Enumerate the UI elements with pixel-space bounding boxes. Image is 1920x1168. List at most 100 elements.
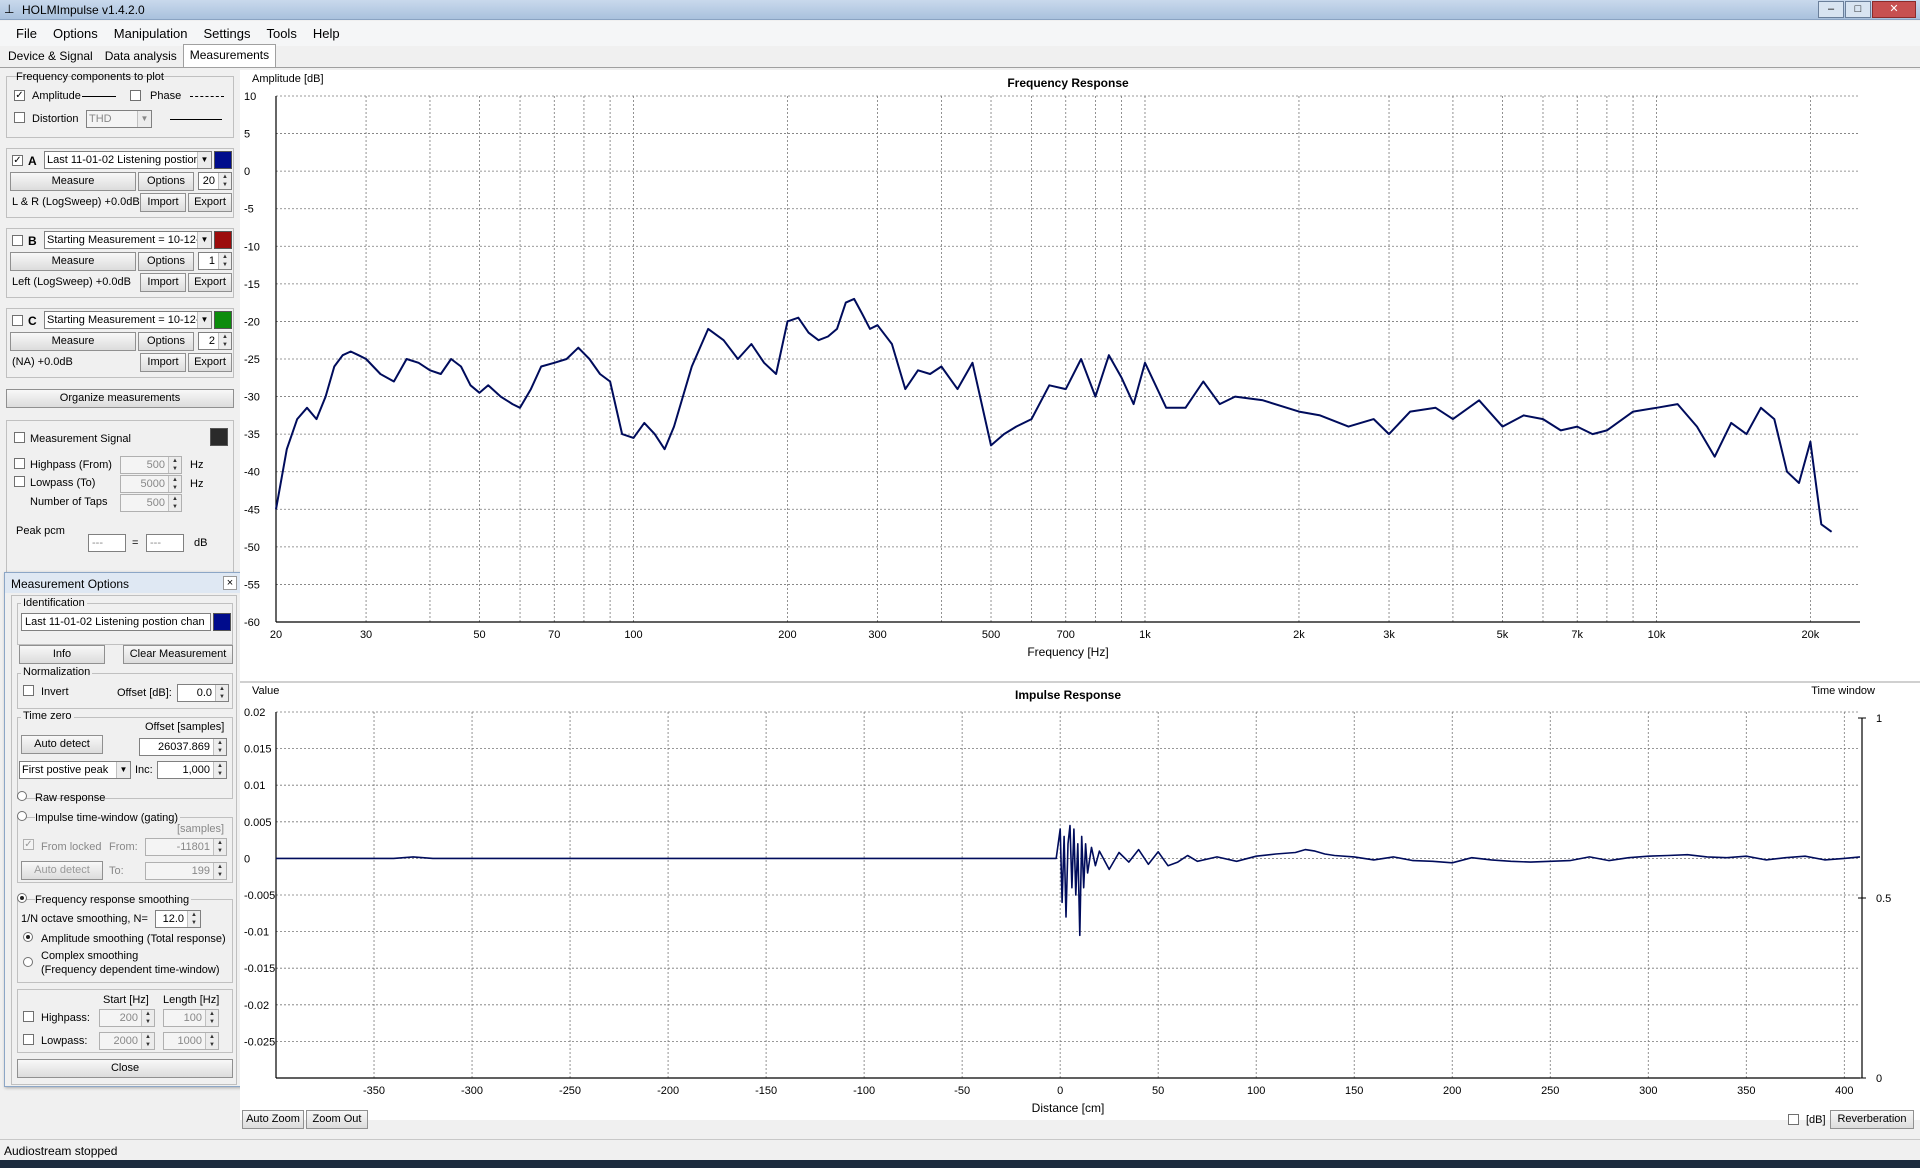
complex-smoothing-sublabel: (Frequency dependent time-window) [41,964,220,976]
measurement-b-count-stepper[interactable]: 1 ▲ ▼ [198,252,232,270]
fr-x-tick-label: 700 [1057,629,1075,641]
auto-detect-button[interactable]: Auto detect [21,735,103,754]
close-icon[interactable]: × [223,576,237,590]
measurement-a-options-button[interactable]: Options [138,172,194,191]
measurement-a-checkbox[interactable]: ✓ [12,155,23,166]
smoothing-radio[interactable] [17,893,27,903]
inc-stepper[interactable]: 1,000 ▲ ▼ [157,761,227,779]
measurement-a-count-stepper[interactable]: 20 ▲ ▼ [198,172,232,190]
peak-mode-select[interactable]: First postive peak ▼ [19,761,131,779]
lowpass-start-stepper[interactable]: 2000 ▲ ▼ [99,1032,155,1050]
close-window-button[interactable]: ✕ [1872,1,1916,18]
highpass-from-stepper[interactable]: 500 ▲ ▼ [120,456,182,474]
measurement-a-export-button[interactable]: Export [188,193,232,212]
measurement-signal-checkbox[interactable] [14,432,25,443]
measurement-b-info: Left (LogSweep) +0.0dB [12,276,131,288]
measurement-b-checkbox[interactable] [12,235,23,246]
impulse-window-radio[interactable] [17,811,27,821]
offset-db-stepper[interactable]: 0.0 ▲ ▼ [177,684,229,702]
highpass-length-stepper[interactable]: 100 ▲ ▼ [163,1009,219,1027]
measurement-c-import-button[interactable]: Import [140,353,186,372]
clear-measurement-button[interactable]: Clear Measurement [123,645,233,664]
highpass-hz-unit: Hz [190,459,204,471]
menu-manipulation[interactable]: Manipulation [106,26,196,41]
auto-zoom-button[interactable]: Auto Zoom [242,1110,304,1129]
lowpass-to-stepper[interactable]: 5000 ▲ ▼ [120,475,182,493]
fr-x-tick-label: 70 [548,629,560,641]
close-button[interactable]: Close [17,1059,233,1078]
signal-color-swatch[interactable] [210,428,228,446]
reverberation-button[interactable]: Reverberation [1830,1110,1914,1129]
measurement-b-options-button[interactable]: Options [138,252,194,271]
measurement-b-select[interactable]: Starting Measurement = 10-12- ▼ [44,231,212,249]
identification-field[interactable]: Last 11-01-02 Listening postion chan [21,613,211,631]
measurement-a-color-swatch[interactable] [214,151,232,169]
measurement-b-import-button[interactable]: Import [140,273,186,292]
measurement-b-measure-button[interactable]: Measure [10,252,136,271]
highpass-label: Highpass: [41,1012,90,1024]
fr-x-tick-label: 3k [1383,629,1395,641]
distortion-checkbox[interactable] [14,112,25,123]
measurement-b-export-button[interactable]: Export [188,273,232,292]
phase-checkbox[interactable] [130,90,141,101]
lowpass-length-stepper[interactable]: 1000 ▲ ▼ [163,1032,219,1050]
complex-smoothing-radio[interactable] [23,957,33,967]
measurement-c-color-swatch[interactable] [214,311,232,329]
from-locked-checkbox[interactable]: ✓ [23,839,34,850]
fr-x-tick-label: 7k [1571,629,1583,641]
number-of-taps-stepper[interactable]: 500 ▲ ▼ [120,494,182,512]
measurement-c-select[interactable]: Starting Measurement = 10-12- ▼ [44,311,212,329]
lowpass-to-checkbox[interactable] [14,476,25,487]
info-button[interactable]: Info [19,645,105,664]
measurement-c-measure-button[interactable]: Measure [10,332,136,351]
fr-y-tick-label: 0 [244,166,250,178]
fr-x-tick-label: 5k [1497,629,1509,641]
ir-x-tick-label: -350 [363,1085,385,1097]
db-checkbox[interactable] [1788,1114,1799,1125]
measurement-a-info: L & R (LogSweep) +0.0dB [12,196,140,208]
to-stepper[interactable]: 199 ▲ ▼ [145,862,227,880]
measurement-a-select[interactable]: Last 11-01-02 Listening postion ▼ [44,151,212,169]
chevron-down-icon: ▼ [197,152,211,168]
distortion-select[interactable]: THD ▼ [86,110,152,128]
fr-x-tick-label: 300 [868,629,886,641]
measurement-options-panel: Measurement Options × Identification Las… [4,572,242,1087]
tab-measurements[interactable]: Measurements [182,44,277,67]
highpass-from-checkbox[interactable] [14,458,25,469]
from-stepper[interactable]: -11801 ▲ ▼ [145,838,227,856]
measurement-a-measure-button[interactable]: Measure [10,172,136,191]
number-of-taps-label: Number of Taps [30,496,108,508]
raw-response-radio[interactable] [17,791,27,801]
maximize-button[interactable]: □ [1845,1,1871,18]
amplitude-checkbox[interactable]: ✓ [14,90,25,101]
fr-y-tick-label: -15 [244,279,260,291]
measurement-c-options-button[interactable]: Options [138,332,194,351]
measurement-c-checkbox[interactable] [12,315,23,326]
menu-options[interactable]: Options [45,26,106,41]
amplitude-smoothing-radio[interactable] [23,932,33,942]
chart-area: 10 5 0 -5 -10 -15 -20 -25 -30 -35 -40 -45 -50 -55 -60 2… [240,70,1920,1120]
offset-samples-stepper[interactable]: 26037.869 ▲ ▼ [139,738,227,756]
menu-help[interactable]: Help [305,26,348,41]
octave-stepper[interactable]: 12.0 ▲ ▼ [155,910,201,928]
measurement-c-count-stepper[interactable]: 2 ▲ ▼ [198,332,232,350]
measurement-b-color-swatch[interactable] [214,231,232,249]
highpass-checkbox[interactable] [23,1011,34,1022]
zoom-out-button[interactable]: Zoom Out [306,1110,368,1129]
auto-detect-window-button[interactable]: Auto detect [21,861,103,880]
highpass-start-stepper[interactable]: 200 ▲ ▼ [99,1009,155,1027]
tab-data-analysis[interactable]: Data analysis [99,46,183,67]
measurement-c-export-button[interactable]: Export [188,353,232,372]
identification-color-swatch[interactable] [213,613,231,631]
menu-tools[interactable]: Tools [258,26,304,41]
lowpass-checkbox[interactable] [23,1034,34,1045]
chevron-down-icon: ▼ [137,111,151,127]
tab-device-signal[interactable]: Device & Signal [2,46,99,67]
menu-settings[interactable]: Settings [195,26,258,41]
measurement-a-import-button[interactable]: Import [140,193,186,212]
organize-measurements-button[interactable]: Organize measurements [6,389,234,408]
lowpass-to-label: Lowpass (To) [30,477,96,489]
invert-checkbox[interactable] [23,685,34,696]
menu-file[interactable]: File [8,26,45,41]
minimize-button[interactable]: – [1818,1,1844,18]
